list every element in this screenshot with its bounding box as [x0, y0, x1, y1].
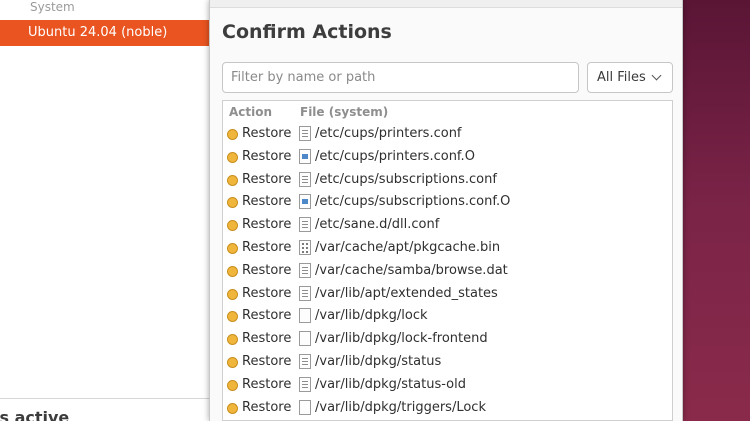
- list-item[interactable]: Restore/var/cache/apt/pkgcache.bin: [223, 237, 672, 260]
- action-label: Restore: [242, 239, 292, 255]
- file-path: /var/lib/dpkg/status: [315, 353, 442, 369]
- empty-file-icon: [299, 399, 311, 415]
- text-file-icon: [299, 126, 311, 141]
- file-path: /etc/sane.d/dll.conf: [315, 217, 440, 233]
- action-label: Restore: [242, 194, 292, 210]
- actions-list: Action File (system) Restore/etc/cups/pr…: [222, 100, 673, 421]
- action-label: Restore: [242, 262, 292, 278]
- selected-snapshot-item[interactable]: Ubuntu 24.04 (noble): [0, 20, 212, 46]
- file-filter-dropdown[interactable]: All Files: [587, 62, 673, 93]
- file-path: /var/lib/dpkg/status-old: [315, 376, 466, 392]
- dropdown-label: All Files: [597, 70, 646, 85]
- status-dot-icon: [227, 288, 238, 300]
- status-text: is active: [0, 408, 70, 421]
- list-header: Action File (system): [223, 101, 672, 123]
- empty-file-icon: [299, 331, 311, 347]
- file-path: /etc/cups/printers.conf.O: [315, 148, 475, 164]
- list-item[interactable]: Restore/var/lib/apt/extended_states: [223, 283, 672, 306]
- list-item[interactable]: Restore/var/cache/samba/browse.dat: [223, 260, 672, 283]
- status-dot-icon: [227, 197, 238, 209]
- list-item[interactable]: Restore/etc/cups/printers.conf: [223, 123, 672, 146]
- column-header-action[interactable]: Action: [229, 101, 272, 123]
- status-dot-icon: [227, 151, 238, 163]
- chevron-down-icon: [651, 70, 662, 81]
- file-path: /etc/cups/subscriptions.conf: [315, 171, 497, 187]
- status-dot-icon: [227, 174, 238, 186]
- action-label: Restore: [242, 331, 292, 347]
- file-path: /var/lib/dpkg/triggers/Lock: [315, 399, 486, 415]
- file-path: /var/cache/apt/pkgcache.bin: [315, 239, 501, 255]
- action-label: Restore: [242, 399, 292, 415]
- text-file-icon: [299, 262, 311, 278]
- status-dot-icon: [227, 379, 238, 391]
- dialog-titlebar: [210, 0, 682, 8]
- list-item[interactable]: Restore/var/lib/dpkg/status-old: [223, 374, 672, 397]
- status-dot-icon: [227, 402, 238, 414]
- action-label: Restore: [242, 376, 292, 392]
- action-label: Restore: [242, 308, 292, 324]
- text-file-icon: [299, 171, 311, 187]
- text-file-icon: [299, 285, 311, 301]
- file-path: /var/lib/apt/extended_states: [315, 285, 498, 301]
- status-dot-icon: [227, 311, 238, 323]
- text-file-icon: [299, 353, 311, 369]
- list-item[interactable]: Restore/var/lib/dpkg/lock-frontend: [223, 328, 672, 351]
- filter-input[interactable]: [222, 62, 579, 93]
- list-item[interactable]: Restore/etc/cups/printers.conf.O: [223, 146, 672, 169]
- list-item[interactable]: Restore/var/lib/dpkg/status: [223, 351, 672, 374]
- file-path: /var/cache/samba/browse.dat: [315, 262, 508, 278]
- list-item[interactable]: Restore/etc/cups/subscriptions.conf: [223, 169, 672, 192]
- text-file-icon: [299, 376, 311, 392]
- column-header-file[interactable]: File (system): [300, 101, 388, 123]
- dialog-title: Confirm Actions: [222, 21, 392, 43]
- image-file-icon: [299, 194, 311, 210]
- status-dot-icon: [227, 334, 238, 346]
- status-dot-icon: [227, 220, 238, 232]
- list-item[interactable]: Restore/etc/cups/subscriptions.conf.O: [223, 191, 672, 214]
- text-file-icon: [299, 217, 311, 233]
- list-item[interactable]: Restore/var/lib/dpkg/lock: [223, 305, 672, 328]
- status-dot-icon: [227, 265, 238, 277]
- binary-file-icon: [299, 239, 311, 255]
- status-dot-icon: [227, 242, 238, 254]
- action-label: Restore: [242, 171, 292, 187]
- file-path: /etc/cups/printers.conf: [315, 126, 462, 141]
- image-file-icon: [299, 148, 311, 164]
- status-dot-icon: [227, 129, 238, 140]
- status-dot-icon: [227, 356, 238, 368]
- empty-file-icon: [299, 308, 311, 324]
- action-label: Restore: [242, 126, 292, 141]
- background-window: System Ubuntu 24.04 (noble) is active: [0, 0, 212, 421]
- action-label: Restore: [242, 353, 292, 369]
- action-label: Restore: [242, 148, 292, 164]
- action-label: Restore: [242, 285, 292, 301]
- action-label: Restore: [242, 217, 292, 233]
- section-label: System: [30, 0, 75, 14]
- file-path: /etc/cups/subscriptions.conf.O: [315, 194, 511, 210]
- confirm-actions-dialog: Confirm Actions All Files Action File (s…: [209, 0, 683, 421]
- divider: [0, 398, 212, 399]
- file-path: /var/lib/dpkg/lock: [315, 308, 428, 324]
- list-item[interactable]: Restore/etc/sane.d/dll.conf: [223, 214, 672, 237]
- desktop-background: [682, 0, 750, 421]
- file-path: /var/lib/dpkg/lock-frontend: [315, 331, 488, 347]
- list-item[interactable]: Restore/var/lib/dpkg/triggers/Lock: [223, 397, 672, 420]
